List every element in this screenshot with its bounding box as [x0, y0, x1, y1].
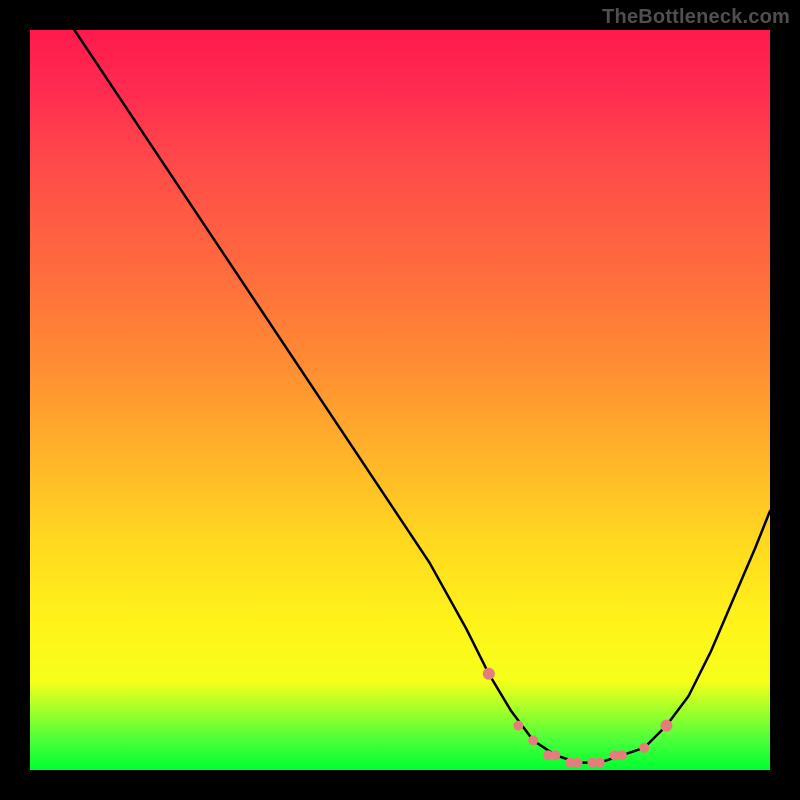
marker-dot — [595, 758, 605, 768]
watermark-label: TheBottleneck.com — [602, 6, 790, 29]
chart-frame: TheBottleneck.com — [0, 0, 800, 800]
marker-dot — [513, 721, 523, 731]
marker-dot — [660, 720, 672, 732]
plot-overlay — [30, 30, 770, 770]
marker-dot — [483, 668, 495, 680]
highlight-markers — [483, 668, 673, 768]
marker-dot — [528, 735, 538, 745]
marker-dot — [550, 750, 560, 760]
marker-dot — [617, 750, 627, 760]
marker-dot — [639, 743, 649, 753]
marker-dot — [573, 758, 583, 768]
bottleneck-curve — [74, 30, 770, 763]
